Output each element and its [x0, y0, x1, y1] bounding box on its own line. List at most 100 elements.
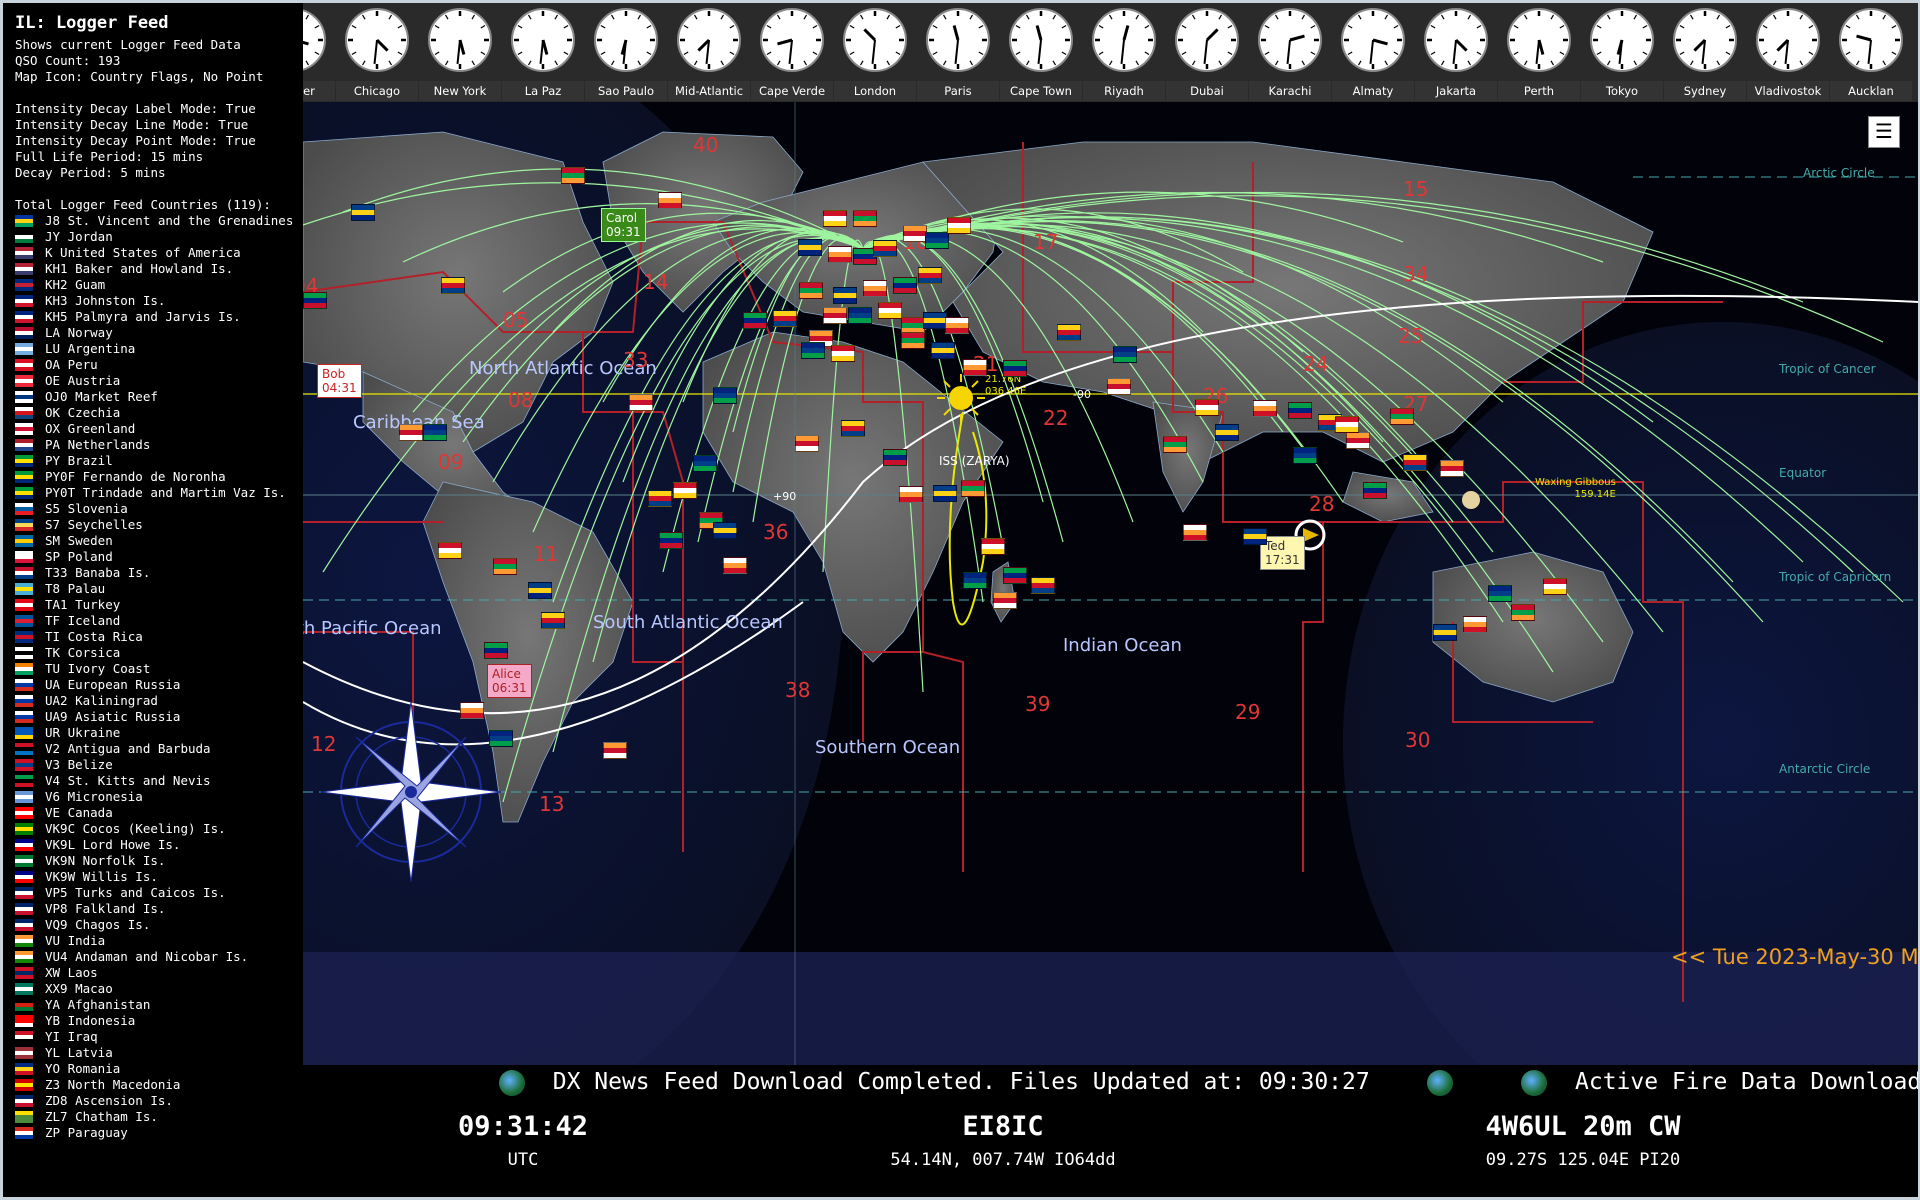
country-flag-marker-icon[interactable]	[799, 282, 823, 299]
country-flag-marker-icon[interactable]	[713, 522, 737, 539]
country-flag-marker-icon[interactable]	[1403, 454, 1427, 471]
country-flag-marker-icon[interactable]	[723, 557, 747, 574]
country-flag-marker-icon[interactable]	[1243, 528, 1267, 545]
country-flag-marker-icon[interactable]	[893, 277, 917, 294]
country-label: V6 Micronesia	[45, 789, 143, 804]
country-flag-marker-icon[interactable]	[831, 345, 855, 362]
country-flag-marker-icon[interactable]	[883, 449, 907, 466]
logger-feed-panel: IL: Logger Feed Shows current Logger Fee…	[3, 3, 303, 1197]
country-flag-marker-icon[interactable]	[713, 387, 737, 404]
country-flag-marker-icon[interactable]	[629, 394, 653, 411]
country-flag-marker-icon[interactable]	[1031, 577, 1055, 594]
country-flag-marker-icon[interactable]	[659, 532, 683, 549]
country-flag-marker-icon[interactable]	[853, 210, 877, 227]
country-flag-marker-icon[interactable]	[1390, 408, 1414, 425]
country-flag-marker-icon[interactable]	[1335, 416, 1359, 433]
country-list-item: TU Ivory Coast	[3, 661, 303, 677]
country-flag-marker-icon[interactable]	[1057, 324, 1081, 341]
app-window: IL: Logger Feed Shows current Logger Fee…	[3, 3, 1918, 1197]
country-flag-marker-icon[interactable]	[833, 287, 857, 304]
country-flag-marker-icon[interactable]	[901, 332, 925, 349]
country-list-item: VK9N Norfolk Is.	[3, 853, 303, 869]
country-flag-marker-icon[interactable]	[899, 486, 923, 503]
country-flag-marker-icon[interactable]	[1543, 578, 1567, 595]
country-flag-marker-icon[interactable]	[1163, 436, 1187, 453]
country-flag-marker-icon[interactable]	[1215, 424, 1239, 441]
world-map[interactable]: North Atlantic Ocean Caribbean Sea South…	[303, 102, 1918, 1065]
country-flag-marker-icon[interactable]	[1488, 585, 1512, 602]
country-flag-marker-icon[interactable]	[1293, 447, 1317, 464]
country-flag-marker-icon[interactable]	[484, 642, 508, 659]
country-flag-marker-icon[interactable]	[489, 730, 513, 747]
country-flag-marker-icon[interactable]	[933, 485, 957, 502]
country-flag-marker-icon[interactable]	[798, 239, 822, 256]
country-flag-marker-icon[interactable]	[903, 225, 927, 242]
country-list-item: VP5 Turks and Caicos Is.	[3, 885, 303, 901]
country-flag-marker-icon[interactable]	[438, 542, 462, 559]
country-flag-marker-icon[interactable]	[693, 455, 717, 472]
utc-label: UTC	[507, 1150, 539, 1170]
country-flag-marker-icon[interactable]	[878, 302, 902, 319]
country-flag-marker-icon[interactable]	[603, 742, 627, 759]
country-flag-marker-icon[interactable]	[1003, 360, 1027, 377]
country-flag-marker-icon[interactable]	[795, 435, 819, 452]
country-flag-marker-icon[interactable]	[1440, 460, 1464, 477]
country-flag-marker-icon[interactable]	[931, 342, 955, 359]
country-flag-marker-icon[interactable]	[648, 490, 672, 507]
country-flag-marker-icon[interactable]	[1346, 432, 1370, 449]
country-flag-marker-icon[interactable]	[441, 277, 465, 294]
country-flag-marker-icon[interactable]	[963, 572, 987, 589]
country-flag-marker-icon[interactable]	[918, 267, 942, 284]
country-flag-marker-icon[interactable]	[541, 612, 565, 629]
country-flag-marker-icon[interactable]	[1253, 400, 1277, 417]
country-flag-marker-icon[interactable]	[828, 246, 852, 263]
country-label: K United States of America	[45, 245, 241, 260]
panel-title: IL: Logger Feed	[15, 13, 169, 33]
country-flag-marker-icon[interactable]	[493, 558, 517, 575]
world-clock: Almaty	[1332, 3, 1414, 102]
country-flag-marker-icon[interactable]	[773, 310, 797, 327]
country-flag-marker-icon[interactable]	[528, 582, 552, 599]
country-flag-marker-icon[interactable]	[1433, 624, 1457, 641]
country-flag-marker-icon[interactable]	[923, 312, 947, 329]
country-flag-marker-icon[interactable]	[561, 167, 585, 184]
country-flag-marker-icon[interactable]	[801, 342, 825, 359]
country-flag-marker-icon[interactable]	[399, 424, 423, 441]
country-flag-marker-icon[interactable]	[673, 482, 697, 499]
country-flag-marker-icon[interactable]	[1463, 616, 1487, 633]
country-flag-marker-icon[interactable]	[743, 312, 767, 329]
clock-city-label: Aucklan	[1830, 81, 1912, 101]
country-flag-marker-icon[interactable]	[841, 420, 865, 437]
country-flag-marker-icon[interactable]	[1363, 482, 1387, 499]
country-flag-marker-icon[interactable]	[460, 702, 484, 719]
country-flag-marker-icon[interactable]	[1113, 346, 1137, 363]
country-flag-marker-icon[interactable]	[1195, 399, 1219, 416]
country-flag-marker-icon[interactable]	[1288, 402, 1312, 419]
decay-label-mode: Intensity Decay Label Mode: True	[15, 101, 256, 116]
country-flag-marker-icon[interactable]	[303, 292, 327, 309]
country-flag-marker-icon[interactable]	[848, 307, 872, 324]
spot-tag-carol[interactable]: Carol 09:31	[601, 208, 646, 242]
country-flag-marker-icon[interactable]	[351, 204, 375, 221]
menu-button[interactable]: ☰	[1868, 116, 1900, 148]
country-flag-marker-icon[interactable]	[823, 307, 847, 324]
country-flag-marker-icon[interactable]	[947, 217, 971, 234]
country-flag-marker-icon[interactable]	[423, 424, 447, 441]
country-flag-marker-icon[interactable]	[823, 210, 847, 227]
country-flag-marker-icon[interactable]	[961, 480, 985, 497]
country-flag-marker-icon[interactable]	[1183, 524, 1207, 541]
country-flag-marker-icon[interactable]	[925, 232, 949, 249]
spot-tag-bob[interactable]: Bob 04:31	[317, 364, 362, 398]
country-flag-marker-icon[interactable]	[993, 592, 1017, 609]
country-flag-icon	[15, 1031, 33, 1043]
country-flag-marker-icon[interactable]	[873, 240, 897, 257]
country-flag-marker-icon[interactable]	[1107, 378, 1131, 395]
country-flag-marker-icon[interactable]	[945, 317, 969, 334]
spot-tag-alice[interactable]: Alice 06:31	[487, 664, 532, 698]
country-flag-marker-icon[interactable]	[981, 538, 1005, 555]
country-flag-marker-icon[interactable]	[863, 280, 887, 297]
country-flag-marker-icon[interactable]	[658, 192, 682, 209]
country-flag-marker-icon[interactable]	[1511, 604, 1535, 621]
country-flag-marker-icon[interactable]	[963, 359, 987, 376]
country-flag-marker-icon[interactable]	[1003, 567, 1027, 584]
